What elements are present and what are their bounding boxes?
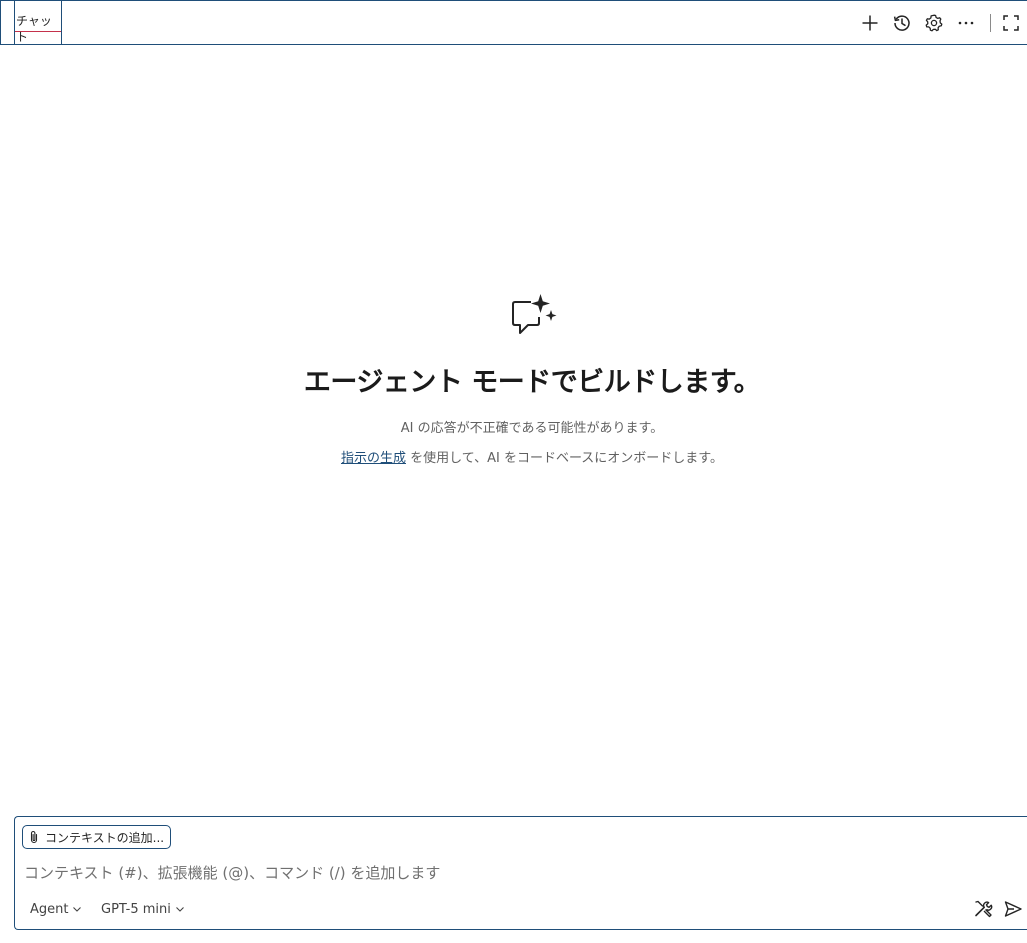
input-actions xyxy=(968,895,1027,923)
empty-state-instructions: 指示の生成 を使用して、AI をコードベースにオンボードします。 xyxy=(341,447,723,466)
chat-toolbar xyxy=(854,1,1027,45)
tools-button[interactable] xyxy=(968,895,998,923)
maximize-icon xyxy=(1003,15,1019,31)
send-icon xyxy=(1004,901,1022,917)
empty-state-title: エージェント モードでビルドします。 xyxy=(303,367,761,398)
maximize-button[interactable] xyxy=(995,7,1027,39)
chat-input-box: コンテキストの追加... Agent GPT-5 mini xyxy=(14,816,1027,930)
input-footer: Agent GPT-5 mini xyxy=(15,897,1027,921)
toolbar-separator xyxy=(990,14,991,32)
tab-bar: チャット xyxy=(0,0,1027,45)
new-chat-button[interactable] xyxy=(854,7,886,39)
send-button[interactable] xyxy=(998,895,1027,923)
empty-state-instructions-text: を使用して、AI をコードベースにオンボードします。 xyxy=(406,451,724,466)
model-picker-label: GPT-5 mini xyxy=(101,901,171,917)
chat-window: チャット エージェント モードでビルドします。 AI の応答が不正確である可能性… xyxy=(0,0,1027,943)
add-context-label: コンテキストの追加... xyxy=(45,830,165,845)
gear-icon xyxy=(925,14,943,32)
history-button[interactable] xyxy=(886,7,918,39)
generate-instructions-link[interactable]: 指示の生成 xyxy=(341,451,406,466)
chat-sparkle-icon xyxy=(512,294,557,334)
tools-icon xyxy=(975,900,993,918)
plus-icon xyxy=(862,15,878,31)
model-picker[interactable]: GPT-5 mini xyxy=(101,897,185,921)
history-icon xyxy=(893,15,910,31)
mode-picker[interactable]: Agent xyxy=(30,897,82,921)
settings-button[interactable] xyxy=(918,7,950,39)
tab-chat-label: チャット xyxy=(15,13,61,44)
paperclip-icon xyxy=(30,831,38,844)
empty-state: エージェント モードでビルドします。 AI の応答が不正確である可能性があります… xyxy=(0,290,1027,466)
chat-prompt-input[interactable] xyxy=(24,861,964,885)
more-button[interactable] xyxy=(950,7,982,39)
tab-chat[interactable]: チャット xyxy=(14,1,62,45)
chevron-down-icon xyxy=(73,907,82,912)
chevron-down-icon xyxy=(176,907,184,912)
mode-picker-label: Agent xyxy=(30,901,69,917)
more-icon xyxy=(958,21,974,25)
empty-state-disclaimer: AI の応答が不正確である可能性があります。 xyxy=(400,421,664,436)
add-context-button[interactable]: コンテキストの追加... xyxy=(22,825,172,849)
